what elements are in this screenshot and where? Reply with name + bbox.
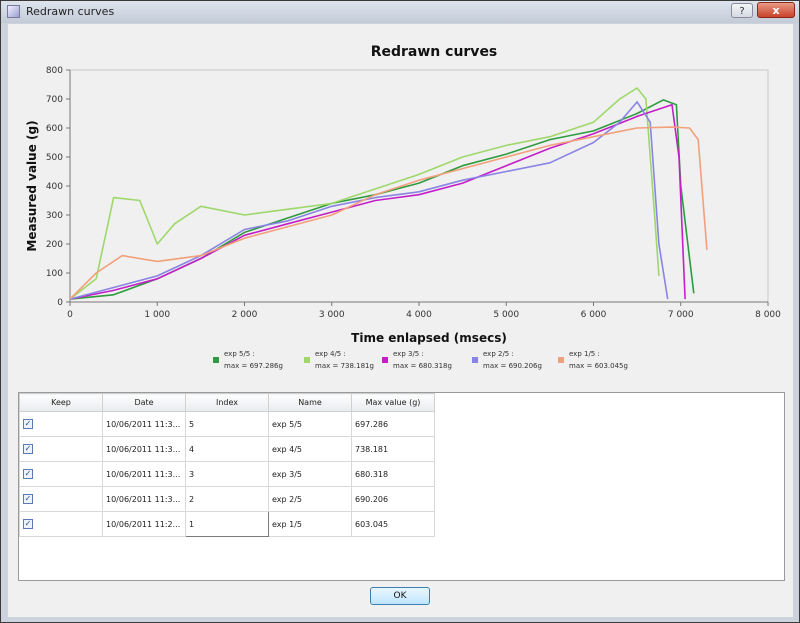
legend-swatch-3 [382, 357, 388, 363]
curves-table-panel: Keep Date Index Name Max value (g) ✓ 10/… [18, 392, 785, 581]
y-tick-label: 800 [46, 66, 63, 76]
index-cell[interactable]: 4 [185, 436, 269, 462]
y-tick-label: 400 [46, 182, 63, 192]
legend-max-2: max = 738.181g [315, 362, 374, 370]
name-cell: exp 5/5 [268, 411, 352, 437]
x-tick-label: 4 000 [406, 310, 432, 320]
dialog-client-area: Redrawn curves 0 1 000 2 000 3 000 4 000 5 000… [8, 24, 793, 617]
table-row: ✓ 10/06/2011 11:3... 5 exp 5/5 697.286 [19, 411, 435, 437]
index-cell[interactable]: 5 [185, 411, 269, 437]
keep-cell: ✓ [19, 411, 103, 437]
header-name[interactable]: Name [268, 393, 352, 412]
max-value-cell: 690.206 [351, 486, 435, 512]
chart-area: Redrawn curves 0 1 000 2 000 3 000 4 000 5 000… [8, 24, 793, 384]
legend-max-3: max = 680.318g [393, 362, 452, 370]
close-button[interactable]: x [757, 2, 795, 18]
ok-button[interactable]: OK [370, 587, 430, 605]
chart-title: Redrawn curves [371, 44, 498, 60]
x-tick-label: 3 000 [319, 310, 345, 320]
curves-chart: Redrawn curves 0 1 000 2 000 3 000 4 000 5 000… [25, 44, 781, 370]
index-cell-editing[interactable]: 1 [185, 511, 269, 537]
legend-max-1: max = 697.286g [224, 362, 283, 370]
app-icon [7, 5, 20, 18]
x-axis-label: Time enlapsed (msecs) [351, 331, 507, 345]
legend-name-2: exp 4/5 : [315, 350, 346, 358]
header-index[interactable]: Index [185, 393, 269, 412]
y-tick-label: 100 [46, 269, 63, 279]
keep-cell: ✓ [19, 486, 103, 512]
curves-table: Keep Date Index Name Max value (g) ✓ 10/… [19, 393, 435, 537]
legend-swatch-1 [213, 357, 219, 363]
date-cell: 10/06/2011 11:3... [102, 411, 186, 437]
date-cell: 10/06/2011 11:3... [102, 436, 186, 462]
table-row: ✓ 10/06/2011 11:3... 3 exp 3/5 680.318 [19, 461, 435, 487]
keep-checkbox[interactable]: ✓ [23, 494, 33, 504]
name-cell: exp 2/5 [268, 486, 352, 512]
header-keep[interactable]: Keep [19, 393, 103, 412]
y-tick-label: 700 [46, 95, 63, 105]
legend-name-5: exp 1/5 : [569, 350, 600, 358]
legend-name-4: exp 2/5 : [483, 350, 514, 358]
legend-swatch-4 [472, 357, 478, 363]
name-cell: exp 1/5 [268, 511, 352, 537]
keep-checkbox[interactable]: ✓ [23, 519, 33, 529]
x-tick-label: 0 [67, 310, 73, 320]
date-cell: 10/06/2011 11:2... [102, 511, 186, 537]
keep-checkbox[interactable]: ✓ [23, 419, 33, 429]
max-value-cell: 697.286 [351, 411, 435, 437]
y-tick-label: 600 [46, 124, 63, 134]
y-tick-label: 200 [46, 240, 63, 250]
header-date[interactable]: Date [102, 393, 186, 412]
keep-checkbox[interactable]: ✓ [23, 469, 33, 479]
max-value-cell: 680.318 [351, 461, 435, 487]
max-value-cell: 738.181 [351, 436, 435, 462]
keep-cell: ✓ [19, 511, 103, 537]
x-tick-label: 7 000 [668, 310, 694, 320]
window-title: Redrawn curves [26, 5, 115, 18]
index-cell[interactable]: 3 [185, 461, 269, 487]
date-cell: 10/06/2011 11:3... [102, 461, 186, 487]
legend-name-3: exp 3/5 : [393, 350, 424, 358]
legend-swatch-5 [558, 357, 564, 363]
name-cell: exp 3/5 [268, 461, 352, 487]
keep-checkbox[interactable]: ✓ [23, 444, 33, 454]
legend-name-1: exp 5/5 : [224, 350, 255, 358]
title-bar: Redrawn curves ? x [1, 1, 799, 23]
max-value-cell: 603.045 [351, 511, 435, 537]
x-tick-label: 6 000 [581, 310, 607, 320]
header-max-value[interactable]: Max value (g) [351, 393, 435, 412]
table-row: ✓ 10/06/2011 11:3... 4 exp 4/5 738.181 [19, 436, 435, 462]
x-tick-label: 8 000 [755, 310, 781, 320]
help-button[interactable]: ? [731, 3, 753, 18]
legend-max-4: max = 690.206g [483, 362, 542, 370]
index-cell[interactable]: 2 [185, 486, 269, 512]
x-tick-label: 1 000 [144, 310, 170, 320]
name-cell: exp 4/5 [268, 436, 352, 462]
keep-cell: ✓ [19, 461, 103, 487]
y-axis-label: Measured value (g) [25, 120, 39, 251]
redrawn-curves-window: Redrawn curves ? x Redrawn curves 0 1 000 2… [0, 0, 800, 623]
y-tick-label: 0 [57, 298, 63, 308]
y-tick-label: 300 [46, 211, 63, 221]
keep-cell: ✓ [19, 436, 103, 462]
x-tick-label: 2 000 [232, 310, 258, 320]
table-row: ✓ 10/06/2011 11:2... 1 exp 1/5 603.045 [19, 511, 435, 537]
x-tick-label: 5 000 [493, 310, 519, 320]
y-tick-label: 500 [46, 153, 63, 163]
table-header-row: Keep Date Index Name Max value (g) [19, 393, 435, 412]
date-cell: 10/06/2011 11:3... [102, 486, 186, 512]
table-row: ✓ 10/06/2011 11:3... 2 exp 2/5 690.206 [19, 486, 435, 512]
legend-swatch-2 [304, 357, 310, 363]
legend-max-5: max = 603.045g [569, 362, 628, 370]
